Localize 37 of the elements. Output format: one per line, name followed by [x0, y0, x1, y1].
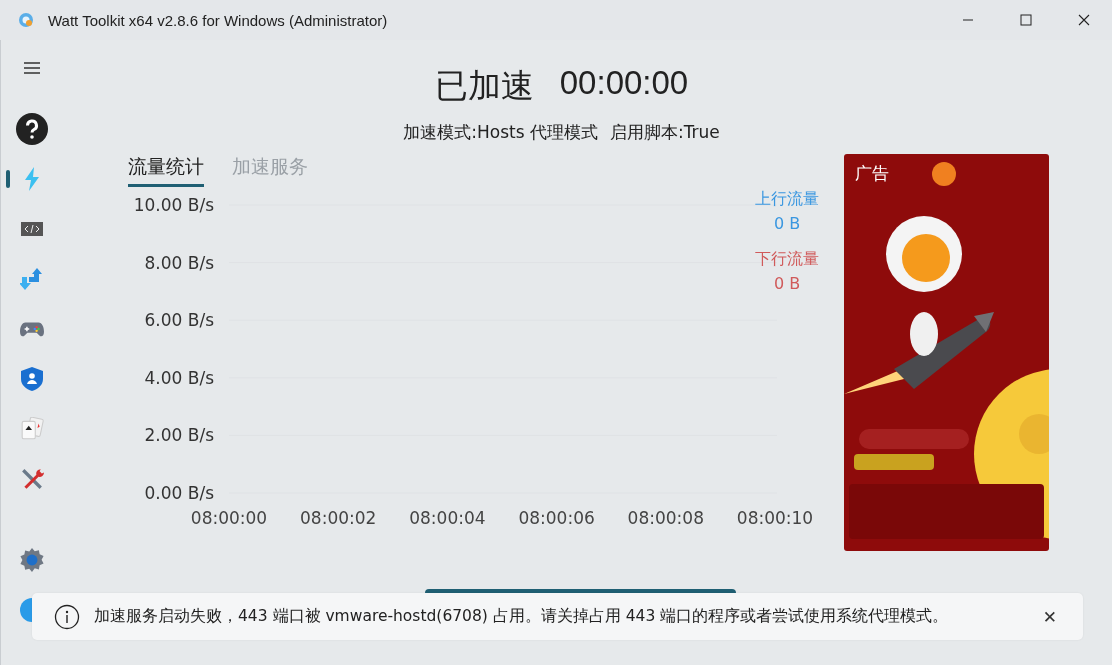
tab[interactable]: 流量统计	[128, 154, 204, 187]
window-title: Watt Toolkit x64 v2.8.6 for Windows (Administrator)	[48, 11, 388, 29]
y-tick-label: 10.00 B/s	[133, 195, 214, 215]
settings-icon[interactable]	[20, 548, 44, 572]
y-tick-label: 2.00 B/s	[144, 425, 214, 446]
x-tick-label: 08:00:10	[736, 508, 814, 528]
x-tick-label: 08:00:06	[518, 508, 595, 528]
legend-value: 0 B	[773, 274, 801, 293]
arrows-icon[interactable]	[20, 267, 44, 291]
legend-label: 上行流量	[755, 189, 819, 210]
x-tick-label: 08:00:04	[409, 508, 486, 528]
menu-icon[interactable]	[24, 62, 40, 74]
y-tick-label: 6.00 B/s	[144, 310, 214, 331]
script-info: 启用脚本:True	[609, 121, 720, 144]
legend-label: 下行流量	[755, 249, 819, 270]
ad-banner[interactable]: 广告	[844, 154, 1049, 551]
toast-message: 加速服务启动失败，443 端口被 vmware-hostd(6708) 占用。请关掉占用 443 端口的程序或者尝试使用系统代理模式。	[94, 606, 950, 627]
ad-label: 广告	[855, 162, 889, 185]
x-tick-label: 08:00:00	[190, 508, 268, 528]
legend-value: 0 B	[773, 214, 801, 233]
maximize-icon[interactable]	[1020, 14, 1032, 26]
close-icon[interactable]	[1078, 14, 1090, 26]
close-button[interactable]: ✕	[1036, 604, 1063, 629]
y-tick-label: 8.00 B/s	[144, 252, 214, 273]
y-tick-label: 4.00 B/s	[144, 367, 214, 388]
x-tick-label: 08:00:02	[300, 508, 377, 528]
cards-icon[interactable]	[20, 417, 44, 441]
info-icon	[54, 603, 80, 630]
y-tick-label: 0.00 B/s	[144, 483, 214, 503]
x-tick-label: 08:00:08	[627, 508, 704, 528]
shield-icon[interactable]	[20, 367, 44, 391]
status-title: 已加速	[434, 66, 534, 106]
tools-icon[interactable]	[20, 467, 44, 491]
mode-info: 加速模式:Hosts 代理模式	[403, 121, 598, 144]
app-icon	[16, 10, 36, 30]
elapsed-timer: 00:00:00	[559, 64, 689, 103]
help-icon[interactable]	[16, 113, 48, 145]
